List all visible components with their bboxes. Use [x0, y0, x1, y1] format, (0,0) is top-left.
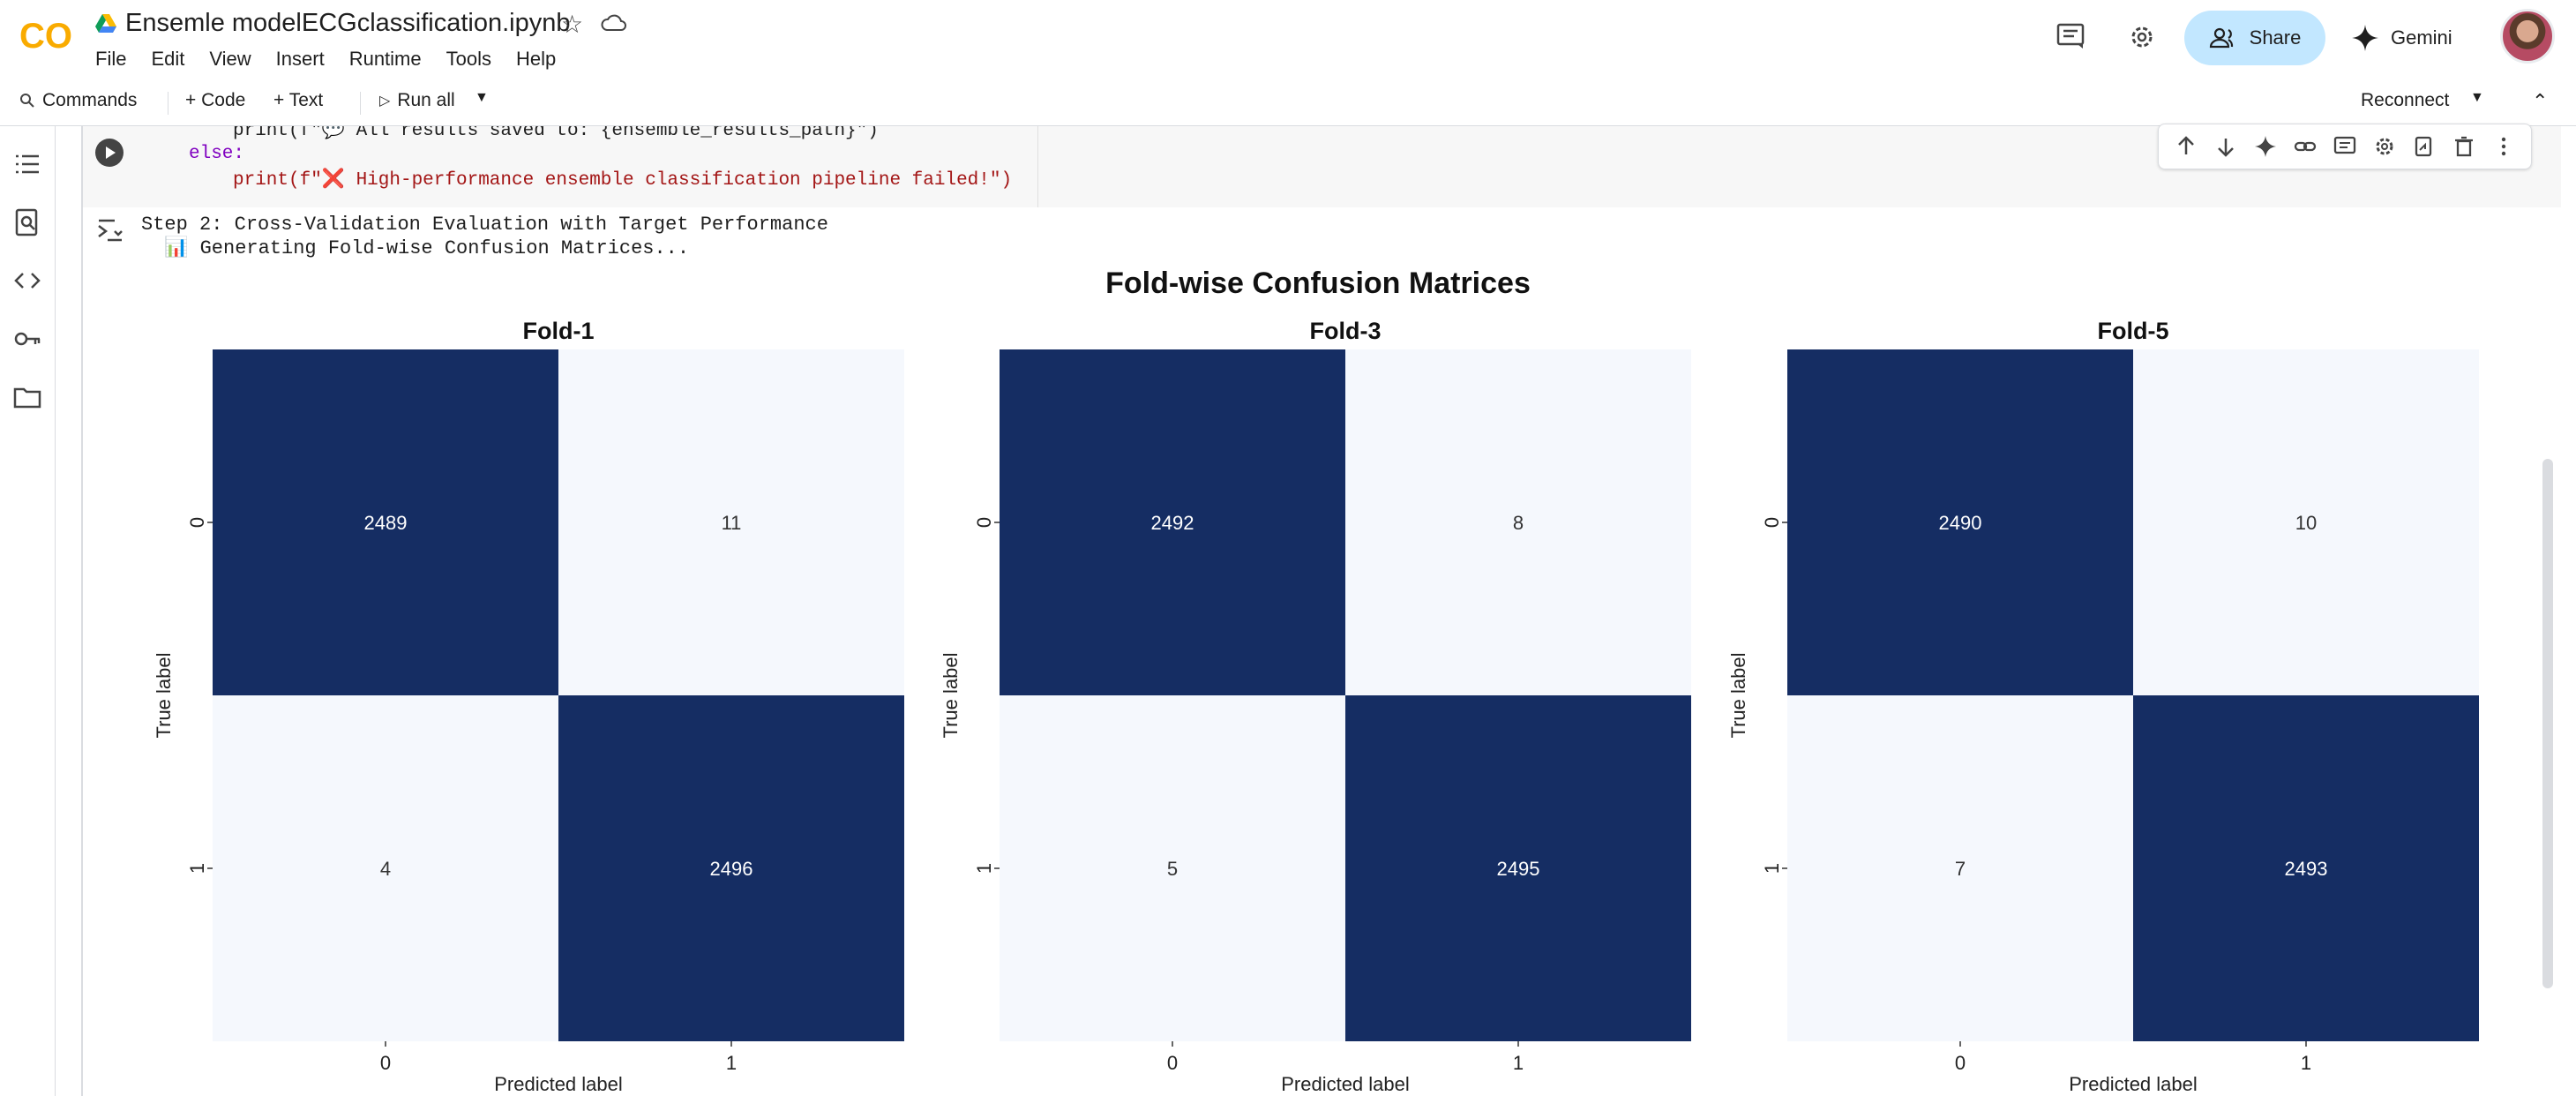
menu-help[interactable]: Help [516, 46, 568, 72]
delete-icon[interactable] [2452, 135, 2475, 158]
key-icon[interactable] [12, 324, 42, 354]
x-tick-label: 0 [1167, 1052, 1178, 1074]
figure-title: Fold-wise Confusion Matrices [1105, 266, 1531, 300]
run-all-dropdown-icon[interactable]: ▼ [475, 90, 489, 106]
top-bar: CO Ensemle modelECGclassification.ipynb … [0, 0, 2576, 76]
y-tick-label: 1 [186, 863, 208, 874]
y-tick-label: 1 [973, 863, 995, 874]
x-tick-label: 0 [1955, 1052, 1966, 1074]
y-tick-label: 0 [973, 517, 995, 528]
cell-value-label: 2496 [710, 858, 753, 880]
drive-icon[interactable] [95, 14, 116, 34]
cell-value-label: 4 [380, 858, 391, 880]
collapse-icon[interactable]: ⌃ [2532, 90, 2548, 113]
y-axis-label: True label [1727, 652, 1749, 738]
logo-text: CO [19, 18, 72, 53]
play-icon: ▷ [379, 94, 391, 109]
menu-insert[interactable]: Insert [276, 46, 337, 72]
comment-icon[interactable] [2056, 21, 2086, 51]
cell-value-label: 10 [2295, 512, 2317, 534]
move-up-icon[interactable] [2175, 135, 2198, 158]
cell-toolbar [2158, 124, 2532, 169]
panel-title: Fold-1 [523, 318, 595, 344]
gemini-label: Gemini [2391, 26, 2452, 49]
star-icon[interactable]: ☆ [561, 11, 583, 39]
code-snippets-icon[interactable] [12, 266, 42, 296]
reconnect-dropdown-icon[interactable]: ▼ [2470, 90, 2484, 106]
find-icon[interactable] [12, 207, 42, 237]
commands-button[interactable]: Commands [19, 90, 137, 111]
confusion-matrix-figure: Fold-wise Confusion MatricesFold-12489 11… [153, 266, 2479, 1095]
x-tick-label: 1 [726, 1052, 737, 1074]
reconnect-button[interactable]: Reconnect [2361, 90, 2449, 111]
add-text-button[interactable]: + Text [273, 90, 323, 111]
people-icon [2209, 27, 2233, 49]
share-button[interactable]: Share [2184, 11, 2325, 65]
cell-value-label: 5 [1167, 858, 1178, 880]
panel-title: Fold-3 [1310, 318, 1382, 344]
y-tick-label: 0 [186, 517, 208, 528]
panel-title: Fold-5 [2098, 318, 2169, 344]
x-tick-label: 0 [380, 1052, 391, 1074]
run-cell-button[interactable] [95, 139, 124, 167]
vertical-scrollbar[interactable] [2542, 459, 2553, 988]
move-down-icon[interactable] [2214, 135, 2237, 158]
more-options-icon[interactable] [2492, 135, 2515, 158]
cloud-icon[interactable] [600, 12, 626, 35]
run-all-button[interactable]: ▷ Run all [379, 90, 455, 111]
cell-value-label: 11 [722, 512, 742, 534]
cell-value-label: 2489 [364, 512, 408, 534]
share-label: Share [2249, 26, 2302, 49]
link-icon[interactable] [2294, 135, 2317, 158]
folder-icon[interactable] [12, 382, 42, 412]
code-line-1: print(f"💬 All results saved to: {ensembl… [233, 126, 879, 141]
cell-value-label: 2490 [1939, 512, 1982, 534]
toolbar-divider [360, 92, 361, 115]
x-axis-label: Predicted label [1281, 1073, 1410, 1095]
mirror-cell-icon[interactable] [2413, 135, 2436, 158]
cell-value-label: 2492 [1151, 512, 1194, 534]
cell-value-label: 8 [1513, 512, 1524, 534]
cell-value-label: 2493 [2285, 858, 2328, 880]
menu-view[interactable]: View [209, 46, 263, 72]
x-tick-label: 1 [2301, 1052, 2311, 1074]
search-icon [20, 94, 34, 108]
menu-file[interactable]: File [95, 46, 139, 72]
cell-value-label: 2495 [1497, 858, 1540, 880]
commands-label: Commands [42, 90, 138, 110]
avatar[interactable] [2500, 9, 2555, 64]
output-line-1: Step 2: Cross-Validation Evaluation with… [141, 214, 828, 236]
code-line-3: print(f"❌ High-performance ensemble clas… [233, 170, 1013, 191]
add-code-button[interactable]: + Code [185, 90, 245, 111]
y-tick-label: 1 [1761, 863, 1783, 874]
colab-logo[interactable]: CO [19, 18, 76, 53]
gemini-button[interactable]: Gemini [2352, 14, 2452, 62]
y-tick-label: 0 [1761, 517, 1783, 528]
notebook-title[interactable]: Ensemle modelECGclassification.ipynb [125, 9, 571, 38]
table-of-contents-icon[interactable] [12, 149, 42, 179]
x-axis-label: Predicted label [494, 1073, 623, 1095]
y-axis-label: True label [940, 652, 962, 738]
menu-tools[interactable]: Tools [446, 46, 504, 72]
gemini-sparkle-icon [2352, 25, 2378, 51]
output-toggle-icon[interactable] [95, 215, 125, 245]
comment-icon[interactable] [2333, 135, 2356, 158]
menu-edit[interactable]: Edit [151, 46, 197, 72]
left-sidebar [0, 126, 56, 1096]
gemini-sparkle-icon[interactable] [2254, 135, 2277, 158]
cell-value-label: 7 [1955, 858, 1966, 880]
code-line-2: else: [189, 144, 245, 164]
x-axis-label: Predicted label [2069, 1073, 2198, 1095]
menu-runtime[interactable]: Runtime [349, 46, 434, 72]
x-tick-label: 1 [1513, 1052, 1524, 1074]
menu-bar: File Edit View Insert Runtime Tools Help [95, 46, 580, 72]
y-axis-label: True label [153, 652, 175, 738]
notebook-toolbar: Commands + Code + Text ▷ Run all ▼ Recon… [0, 79, 2576, 126]
settings-icon[interactable] [2373, 135, 2396, 158]
code-editor[interactable]: print(f"💬 All results saved to: {ensembl… [83, 126, 1037, 207]
run-all-label: Run all [397, 90, 455, 110]
gear-icon[interactable] [2126, 21, 2158, 53]
